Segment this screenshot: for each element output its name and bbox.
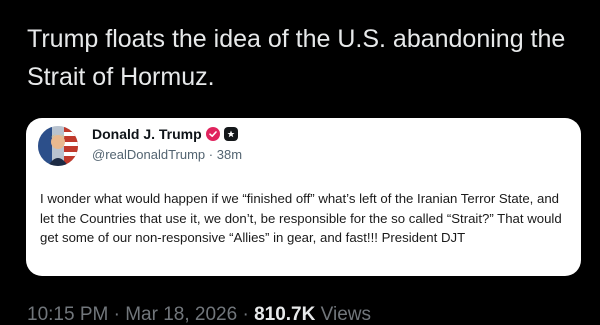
views-label: Views xyxy=(320,304,371,325)
meta-separator: · xyxy=(242,304,249,325)
post-headline: Trump floats the idea of the U.S. abando… xyxy=(27,25,566,91)
post-meta: 10:15 PM · Mar 18, 2026 · 810.7K Views xyxy=(27,304,371,325)
author-handle[interactable]: @realDonaldTrump xyxy=(92,147,205,162)
views-count[interactable]: 810.7K xyxy=(254,304,315,325)
handle-row: @realDonaldTrump · 38m xyxy=(92,147,242,162)
government-badge-icon xyxy=(223,127,238,141)
avatar-image xyxy=(38,126,78,166)
handle-separator: · xyxy=(208,147,214,162)
meta-separator: · xyxy=(113,304,120,325)
author-avatar[interactable] xyxy=(38,126,78,166)
author-row: Donald J. Trump xyxy=(92,126,238,142)
author-name[interactable]: Donald J. Trump xyxy=(92,126,202,142)
quoted-post-card[interactable]: Donald J. Trump @realDonaldTrump · 38m I… xyxy=(26,118,581,276)
verified-badge-icon xyxy=(205,127,220,141)
post-time[interactable]: 10:15 PM xyxy=(27,304,108,325)
post-date[interactable]: Mar 18, 2026 xyxy=(125,304,237,325)
quoted-post-text: I wonder what would happen if we “finish… xyxy=(40,191,562,245)
post-age[interactable]: 38m xyxy=(217,147,242,162)
